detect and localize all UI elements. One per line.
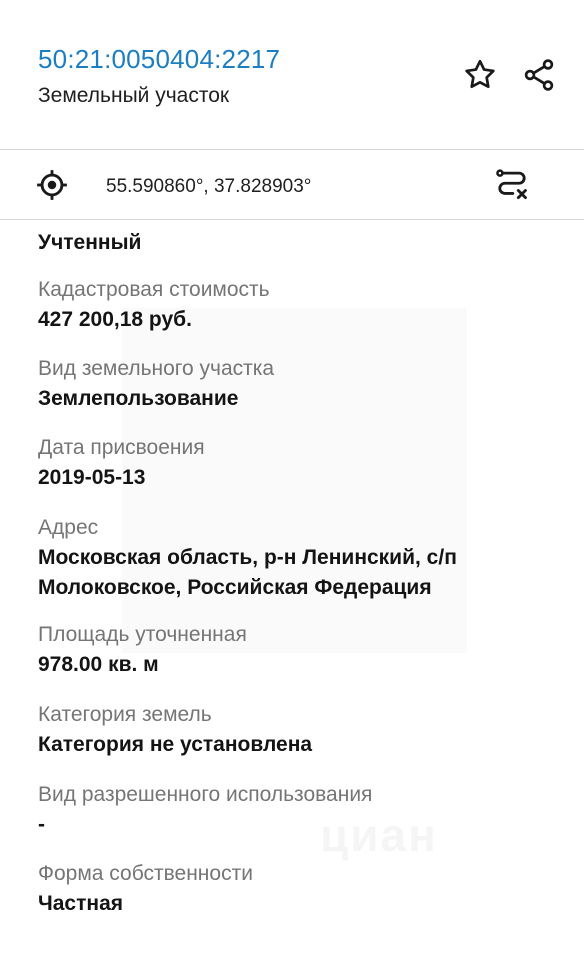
property-label: Форма собственности — [38, 862, 253, 885]
property-value: 427 200,18 руб. — [38, 308, 192, 331]
share-icon — [524, 59, 554, 91]
property-value: 2019-05-13 — [38, 466, 146, 489]
property-label: Дата присвоения — [38, 436, 205, 459]
property-label: Вид земельного участка — [38, 357, 275, 380]
favorite-button[interactable] — [458, 53, 502, 97]
property-label: Категория земель — [38, 703, 212, 726]
cadastral-number-link[interactable]: 50:21:0050404:2217 — [38, 44, 280, 75]
route-icon — [496, 169, 527, 200]
property-area: Площадь уточненная 978.00 кв. м — [38, 622, 558, 680]
property-label: Вид разрешенного использования — [38, 783, 373, 806]
property-value: Землепользование — [38, 387, 239, 410]
star-icon — [465, 59, 495, 89]
property-value: Учтенный — [38, 231, 142, 254]
property-value: Московская область, р-н Ленинский, с/п М… — [38, 546, 457, 599]
route-button[interactable] — [490, 163, 534, 207]
property-ownership: Форма собственности Частная — [38, 861, 558, 919]
property-value: 978.00 кв. м — [38, 653, 159, 676]
property-label: Кадастровая стоимость — [38, 278, 270, 301]
property-address: Адрес Московская область, р-н Ленинский,… — [38, 515, 558, 603]
property-label: Адрес — [38, 516, 99, 539]
property-cadastral-value: Кадастровая стоимость 427 200,18 руб. — [38, 277, 558, 335]
property-land-type: Вид земельного участка Землепользование — [38, 356, 558, 414]
property-land-category: Категория земель Категория не установлен… — [38, 702, 558, 760]
crosshair-icon — [37, 170, 67, 200]
property-value: Частная — [38, 892, 124, 915]
property-status: Учтенный — [38, 226, 558, 258]
object-type: Земельный участок — [38, 84, 230, 107]
share-button[interactable] — [517, 53, 561, 97]
property-value: Категория не установлена — [38, 733, 313, 756]
property-value: - — [38, 813, 45, 836]
coordinates-text[interactable]: 55.590860°, 37.828903° — [106, 176, 311, 198]
property-label: Площадь уточненная — [38, 623, 247, 646]
properties-list: Учтенный Кадастровая стоимость 427 200,1… — [0, 220, 584, 960]
locate-button[interactable] — [30, 163, 74, 207]
property-permitted-use: Вид разрешенного использования - — [38, 782, 558, 840]
property-assignment-date: Дата присвоения 2019-05-13 — [38, 435, 558, 493]
